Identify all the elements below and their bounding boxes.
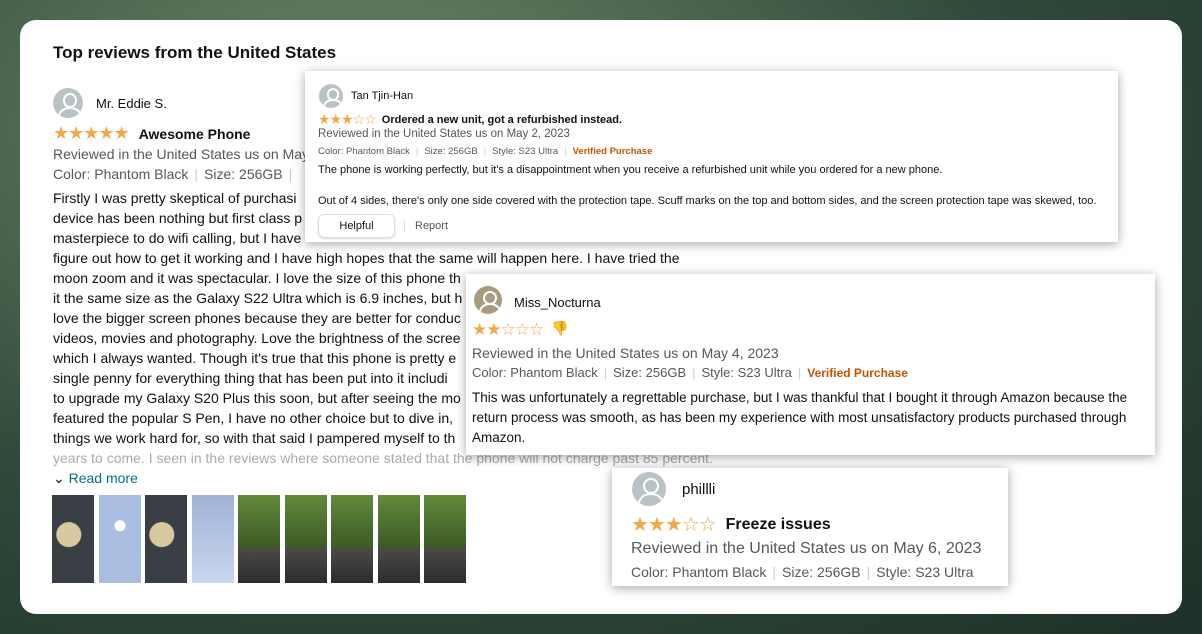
review-date: Reviewed in the United States us on May … xyxy=(631,540,982,557)
color-label: Color: Phantom Black xyxy=(472,365,598,380)
variant-info: Color: Phantom Black | Size: 256GB | Style: … xyxy=(472,365,908,380)
report-link[interactable]: Report xyxy=(404,220,448,232)
review-body-1: The phone is working perfectly, but it's… xyxy=(318,164,943,176)
review-body-2: Out of 4 sides, there's only one side co… xyxy=(318,195,1097,207)
review-headline[interactable]: Awesome Phone xyxy=(139,126,251,142)
size-label: Size: 256GB xyxy=(782,564,861,580)
verified-badge: Verified Purchase xyxy=(572,146,653,157)
star-rating[interactable]: ★★☆☆☆ xyxy=(472,320,544,340)
review-date: Reviewed in the United States us on May … xyxy=(472,345,779,361)
star-rating[interactable]: ★★★☆☆ xyxy=(318,111,377,128)
size-label: Size: 256GB xyxy=(424,146,478,157)
color-label: Color: Phantom Black xyxy=(318,146,410,157)
review-card-tan: Tan Tjin-Han ★★★☆☆ Ordered a new unit, go… xyxy=(305,71,1118,242)
avatar xyxy=(474,286,502,314)
section-title: Top reviews from the United States xyxy=(53,43,337,62)
helpful-button[interactable]: Helpful xyxy=(318,214,395,238)
style-label: Style: S23 Ultra xyxy=(492,146,559,157)
read-more-label: Read more xyxy=(68,470,138,486)
review-headline[interactable]: Ordered a new unit, got a refurbished in… xyxy=(382,114,622,126)
thumbs-down-icon: 👎 xyxy=(551,320,569,336)
review-card-miss-nocturna: Miss_Nocturna ★★☆☆☆ 👎 Reviewed in the Uni… xyxy=(466,274,1155,455)
color-label: Color: Phantom Black xyxy=(631,564,767,580)
bird-thumbnail[interactable] xyxy=(284,495,327,583)
reviewer-name[interactable]: Tan Tjin-Han xyxy=(351,90,413,102)
size-label: Size: 256GB xyxy=(613,365,687,380)
star-rating[interactable]: ★★★★★ xyxy=(53,123,130,144)
reviewer-name[interactable]: phillli xyxy=(682,481,715,498)
verified-badge: Verified Purchase xyxy=(807,366,908,380)
star-rating[interactable]: ★★★☆☆ xyxy=(631,512,717,537)
reviewer-name[interactable]: Miss_Nocturna xyxy=(514,295,601,310)
review-body-line: figure out how to get it working and I h… xyxy=(53,250,680,266)
moon-thumbnail[interactable] xyxy=(52,495,94,583)
size-label: Size: 256GB xyxy=(204,166,283,182)
review-headline[interactable]: Freeze issues xyxy=(726,516,831,534)
variant-info: Color: Phantom Black | Size: 256GB | Style: … xyxy=(318,146,653,157)
avatar xyxy=(53,88,83,118)
bird-thumbnail[interactable] xyxy=(238,495,280,583)
bird-thumbnail[interactable] xyxy=(424,495,466,583)
read-more-link[interactable]: ⌄ Read more xyxy=(53,470,138,487)
chevron-down-icon: ⌄ xyxy=(53,470,65,486)
variant-info: Color: Phantom Black | Size: 256GB | Style: … xyxy=(631,564,974,580)
reviewer-name[interactable]: Mr. Eddie S. xyxy=(96,96,167,111)
style-label: Style: S23 Ultra xyxy=(876,564,974,580)
moon-thumbnail[interactable] xyxy=(98,495,141,583)
color-label: Color: Phantom Black xyxy=(53,166,189,182)
bird-thumbnail[interactable] xyxy=(331,495,373,583)
review-date: Reviewed in the United States us on May xyxy=(53,146,310,162)
review-date: Reviewed in the United States us on May … xyxy=(318,128,570,140)
review-card-phillli: phillli ★★★☆☆ Freeze issues Reviewed in t… xyxy=(612,468,1008,586)
bird-thumbnail[interactable] xyxy=(377,495,420,583)
review-body: This was unfortunately a regrettable pur… xyxy=(472,390,1128,445)
cell-tower-thumbnail[interactable] xyxy=(191,495,234,583)
variant-info: Color: Phantom Black | Size: 256GB | xyxy=(53,166,293,182)
avatar xyxy=(319,84,343,108)
style-label: Style: S23 Ultra xyxy=(701,365,792,380)
moon-thumbnail[interactable] xyxy=(145,495,187,583)
avatar xyxy=(632,472,666,506)
